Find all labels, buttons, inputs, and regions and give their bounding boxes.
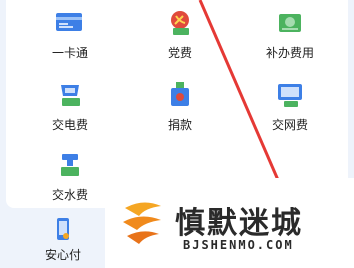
phone-pay-icon [54, 216, 72, 242]
watermark: 慎默迷城 BJSHENMO.COM [105, 178, 354, 268]
nav-item-anxinfu[interactable]: 安心付 [36, 216, 90, 268]
service-label: 补办费用 [265, 46, 314, 60]
service-juankuan[interactable]: 捐款 [140, 80, 220, 136]
service-label: 一卡通 [51, 46, 88, 60]
service-buban-feiyong[interactable]: 补办费用 [250, 8, 330, 64]
service-label: 捐款 [167, 118, 192, 132]
service-jiao-wangfei[interactable]: 交网费 [250, 80, 330, 136]
card-icon [53, 8, 87, 38]
service-label: 党费 [167, 46, 192, 60]
watermark-subtitle: BJSHENMO.COM [183, 238, 294, 252]
certificate-icon [273, 8, 307, 38]
service-yikatong[interactable]: 一卡通 [30, 8, 110, 64]
water-faucet-icon [53, 150, 87, 180]
monitor-icon [273, 80, 307, 110]
service-label: 交电费 [51, 118, 88, 132]
party-emblem-icon [163, 8, 197, 38]
nav-item-label: 安心付 [44, 248, 81, 262]
service-label: 交水费 [51, 188, 88, 202]
flame-logo-icon [115, 194, 171, 250]
watermark-title: 慎默迷城 [175, 206, 303, 241]
service-jiao-dianfei[interactable]: 交电费 [30, 80, 110, 136]
service-jiao-shuifei[interactable]: 交水费 [30, 150, 110, 206]
service-dangfei[interactable]: 党费 [140, 8, 220, 64]
service-label: 交网费 [271, 118, 308, 132]
service-panel: 一卡通 党费 补办费用 交电费 捐款 交网费 交水费 [6, 0, 348, 208]
electric-meter-icon [53, 80, 87, 110]
donation-box-icon [163, 80, 197, 110]
